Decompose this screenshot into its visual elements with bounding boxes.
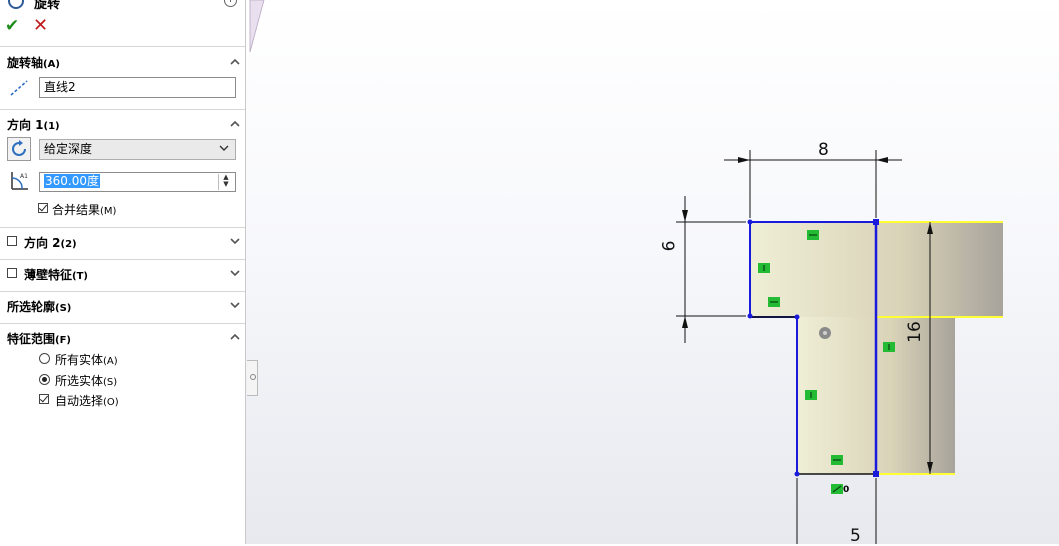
thin-feature-checkbox[interactable] <box>7 268 17 278</box>
all-bodies-text: 所有实体 <box>55 353 104 367</box>
ok-button[interactable]: ✔ <box>5 16 19 36</box>
merge-result-text: 合并结果 <box>52 203 101 217</box>
model-fragment <box>249 0 265 53</box>
auto-select-checkbox[interactable] <box>39 394 49 404</box>
dimension-label-8[interactable]: 8 <box>818 140 829 160</box>
section-axis-title: 旋转轴 <box>7 56 44 70</box>
sketch-point[interactable] <box>747 313 753 319</box>
sketch-point[interactable] <box>794 471 800 477</box>
merge-result-checkbox[interactable] <box>38 203 48 213</box>
feature-title: 旋转 <box>34 0 61 12</box>
sketch-point[interactable] <box>873 471 879 477</box>
auto-select-text: 自动选择 <box>55 394 104 408</box>
sketch-graphics <box>249 0 1003 544</box>
property-manager-panel: 旋转 i ✔ ✕ 旋转轴(A) 直线2 方向 1(1) 给定深度 A1 360.… <box>0 0 246 544</box>
chevron-up-icon[interactable] <box>229 331 241 343</box>
sketch-point[interactable] <box>873 219 879 225</box>
selected-bodies-text: 所选实体 <box>55 374 104 388</box>
auto-select-suffix: (O) <box>103 397 119 408</box>
panel-splitter-handle[interactable] <box>247 360 258 396</box>
cancel-button[interactable]: ✕ <box>33 15 48 36</box>
angle-input[interactable]: 360.00度 ▲ ▼ <box>39 172 236 192</box>
section-feature-scope-suffix: (F) <box>55 335 71 346</box>
section-axis-header[interactable]: 旋转轴(A) <box>7 54 60 71</box>
section-selected-contours-header[interactable]: 所选轮廓(S) <box>7 298 71 315</box>
end-condition-select[interactable]: 给定深度 <box>39 139 236 160</box>
revolve-feature-icon <box>8 0 24 9</box>
angle-value: 360.00度 <box>44 174 100 188</box>
selected-bodies-radio[interactable] <box>39 374 50 385</box>
angle-icon: A1 <box>11 172 28 190</box>
section-feature-scope-title: 特征范围 <box>7 332 56 346</box>
section-direction1-title: 方向 1 <box>7 118 44 132</box>
grip-icon <box>250 374 256 380</box>
spin-down-icon[interactable]: ▼ <box>219 181 233 188</box>
divider <box>0 259 245 260</box>
svg-text:A1: A1 <box>20 173 28 180</box>
section-selected-contours-title: 所选轮廓 <box>7 300 56 314</box>
merge-result-suffix: (M) <box>100 206 117 217</box>
all-bodies-radio[interactable] <box>39 353 50 364</box>
section-thin-feature-suffix: (T) <box>72 271 88 282</box>
origin-label: 0 <box>843 485 850 495</box>
axis-field[interactable]: 直线2 <box>39 77 236 98</box>
chevron-down-icon[interactable] <box>229 299 241 311</box>
divider <box>0 291 245 292</box>
dimension-label-5[interactable]: 5 <box>850 526 861 546</box>
section-direction2-header[interactable]: 方向 2(2) <box>24 234 77 251</box>
chevron-down-icon[interactable] <box>229 267 241 279</box>
divider <box>0 46 245 47</box>
sketch-point[interactable] <box>747 219 753 225</box>
all-bodies-suffix: (A) <box>103 356 118 367</box>
section-direction1-header[interactable]: 方向 1(1) <box>7 116 60 133</box>
section-thin-feature-title: 薄壁特征 <box>24 268 73 282</box>
selected-bodies-suffix: (S) <box>103 377 118 388</box>
merge-result-label: 合并结果(M) <box>52 201 116 218</box>
section-direction2-title: 方向 2 <box>24 236 61 250</box>
end-condition-value: 给定深度 <box>44 142 93 156</box>
sketch-point[interactable] <box>794 314 800 320</box>
angle-spinner[interactable]: ▲ ▼ <box>218 174 233 190</box>
reverse-direction-button[interactable] <box>7 137 31 161</box>
section-selected-contours-suffix: (S) <box>55 303 72 314</box>
direction2-checkbox[interactable] <box>7 236 17 246</box>
section-direction2-suffix: (2) <box>60 239 77 250</box>
section-thin-feature-header[interactable]: 薄壁特征(T) <box>24 266 88 283</box>
graphics-area[interactable]: 8 6 16 5 0 <box>246 0 1059 546</box>
section-feature-scope-header[interactable]: 特征范围(F) <box>7 330 71 347</box>
dimension-label-6[interactable]: 6 <box>659 241 679 252</box>
divider <box>0 323 245 324</box>
auto-select-label: 自动选择(O) <box>55 392 119 409</box>
all-bodies-label: 所有实体(A) <box>55 351 118 368</box>
chevron-down-icon[interactable] <box>229 235 241 247</box>
divider <box>0 109 245 110</box>
selected-bodies-label: 所选实体(S) <box>55 372 117 389</box>
chevron-up-icon[interactable] <box>229 118 241 130</box>
section-axis-suffix: (A) <box>43 59 60 70</box>
dimension-label-16[interactable]: 16 <box>905 321 925 343</box>
divider <box>0 227 245 228</box>
reverse-direction-icon <box>12 140 26 156</box>
chevron-down-icon <box>219 145 229 151</box>
section-direction1-suffix: (1) <box>43 121 60 132</box>
help-icon[interactable]: i <box>224 0 237 7</box>
axis-line-icon <box>10 80 28 96</box>
chevron-up-icon[interactable] <box>229 56 241 68</box>
